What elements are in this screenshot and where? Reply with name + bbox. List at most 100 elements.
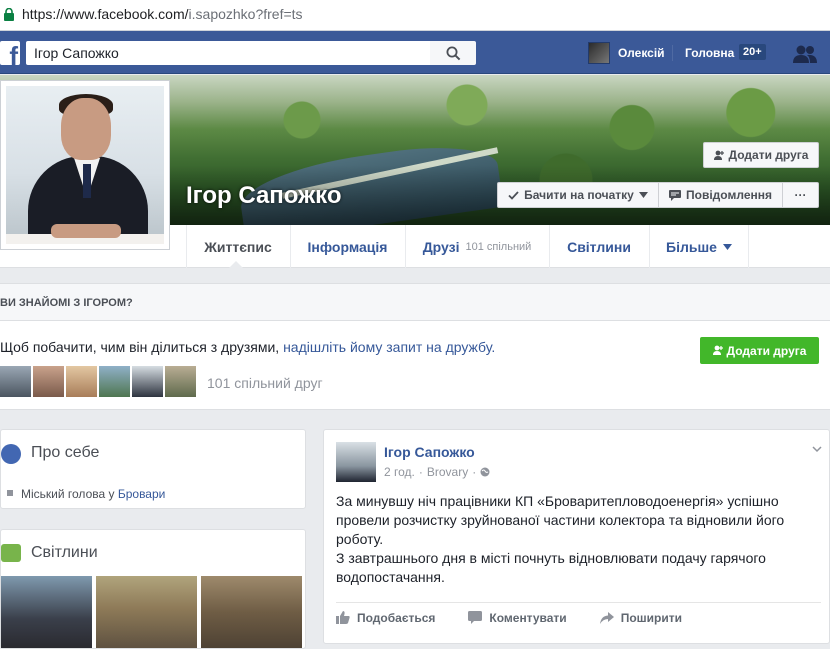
see-first-button[interactable]: Бачити на початку [497, 182, 659, 208]
do-you-know-message: Щоб побачити, чим він ділиться з друзями… [0, 339, 280, 355]
mutual-friends-thumbnails [0, 366, 196, 397]
photo-face [61, 98, 111, 160]
intro-card: Про себе Міський голова у Бровари [0, 429, 306, 509]
post-actions: Подобається Коментувати Поширити [336, 602, 821, 632]
add-friend-label: Додати друга [726, 343, 807, 358]
mutual-friend-thumb[interactable] [33, 366, 64, 397]
mutual-friend-thumb[interactable] [0, 366, 31, 397]
tab-about-label: Інформація [307, 238, 388, 255]
post-paragraph: З завтрашнього дня в місті почнуть відно… [336, 550, 766, 585]
message-button[interactable]: Повідомлення [659, 182, 783, 208]
do-you-know-text: Щоб побачити, чим він ділиться з друзями… [0, 339, 495, 355]
tab-photos[interactable]: Світлини [549, 225, 648, 268]
tab-more[interactable]: Більше [649, 225, 749, 268]
like-button[interactable]: Подобається [336, 611, 435, 625]
facebook-logo[interactable]: f [0, 41, 20, 65]
do-you-know-title: ВИ ЗНАЙОМІ З ІГОРОМ? [0, 284, 830, 321]
browser-url-bar[interactable]: https://www.facebook.com/i.sapozhko?fref… [0, 0, 830, 31]
photos-icon [1, 544, 21, 562]
friend-requests-icon[interactable] [792, 44, 818, 64]
add-friend-label: Додати друга [728, 148, 809, 162]
like-label: Подобається [357, 610, 436, 625]
post-meta-separator: · [418, 465, 423, 479]
mutual-friend-thumb[interactable] [66, 366, 97, 397]
checkmark-icon [508, 190, 519, 200]
caret-down-icon [722, 243, 732, 250]
photos-card: Світлини [0, 529, 306, 649]
add-friend-button-cover[interactable]: Додати друга [703, 142, 819, 168]
globe-icon [1, 444, 21, 464]
user-avatar [588, 42, 610, 64]
see-first-label: Бачити на початку [524, 188, 634, 202]
nav-divider [672, 45, 673, 61]
tab-friends-label: Друзі [422, 238, 460, 255]
comment-icon [468, 611, 483, 624]
user-name: Олексій [618, 46, 665, 60]
mutual-friend-thumb[interactable] [99, 366, 130, 397]
search-icon [446, 46, 460, 60]
tab-about[interactable]: Інформація [290, 225, 404, 268]
facebook-top-bar: f Ігор Сапожко Олексій Головна 20+ [0, 31, 830, 74]
url-host: https://www.facebook.com/ [22, 6, 189, 22]
more-options-button[interactable]: ··· [783, 182, 819, 208]
mutual-friend-thumb[interactable] [132, 366, 163, 397]
comment-button[interactable]: Коментувати [468, 610, 567, 625]
nav-home-link[interactable]: Головна [685, 46, 734, 60]
post-author-avatar[interactable] [336, 442, 376, 482]
profile-name[interactable]: Ігор Сапожко [186, 182, 342, 210]
share-label: Поширити [620, 610, 682, 625]
facebook-f-icon: f [9, 41, 18, 65]
add-friend-icon [713, 150, 724, 160]
search-button[interactable] [430, 41, 476, 65]
post-meta: 2 год. · Brovary · [384, 465, 490, 479]
photo-tie [83, 164, 91, 198]
thumbs-up-icon [336, 611, 350, 624]
add-friend-button[interactable]: Додати друга [700, 337, 819, 364]
photo-thumbnail[interactable] [1, 576, 92, 648]
tab-more-label: Більше [666, 238, 717, 255]
profile-picture[interactable] [0, 80, 170, 250]
mutual-friend-thumb[interactable] [165, 366, 196, 397]
public-globe-icon[interactable] [480, 467, 490, 477]
intro-work-text: Міський голова у [21, 487, 115, 501]
url-text[interactable]: https://www.facebook.com/i.sapozhko?fref… [22, 6, 303, 22]
more-dots-icon: ··· [794, 188, 807, 202]
comment-label: Коментувати [489, 610, 567, 625]
active-tab-indicator [229, 261, 243, 268]
message-label: Повідомлення [686, 188, 772, 202]
post-author-name[interactable]: Ігор Сапожко [384, 444, 475, 460]
photo-hands [51, 224, 121, 238]
profile-picture-image [6, 86, 164, 244]
share-icon [599, 611, 614, 624]
url-path: i.sapozhko?fref=ts [188, 6, 303, 22]
tab-friends-count: 101 спільний [465, 240, 532, 253]
tab-timeline-label: Життєпис [204, 238, 272, 255]
lock-icon [4, 8, 14, 21]
search-input[interactable]: Ігор Сапожко [26, 41, 430, 65]
nav-user-link[interactable]: Олексій [588, 42, 665, 64]
tab-photos-label: Світлини [567, 238, 631, 255]
photo-thumbnail[interactable] [96, 576, 197, 648]
home-notification-badge: 20+ [739, 44, 766, 60]
post-paragraph: За минувшу ніч працівники КП «Броваритеп… [336, 493, 785, 547]
send-friend-request-link[interactable]: надішліть йому запит на дружбу. [283, 339, 495, 355]
caret-down-icon [638, 192, 648, 198]
share-button[interactable]: Поширити [599, 610, 682, 625]
add-friend-icon [712, 345, 723, 355]
timeline-post: Ігор Сапожко 2 год. · Brovary · За минув… [323, 429, 830, 644]
photo-thumbnail[interactable] [201, 576, 302, 648]
message-icon [669, 189, 682, 201]
tab-friends[interactable]: Друзі 101 спільний [405, 225, 548, 268]
work-icon [7, 490, 13, 496]
post-time[interactable]: 2 год. [384, 465, 415, 479]
post-text: За минувшу ніч працівники КП «Броваритеп… [336, 492, 806, 587]
intro-work-line: Міський голова у Бровари [21, 487, 165, 501]
photos-title[interactable]: Світлини [31, 544, 98, 562]
post-meta-separator: · [472, 465, 477, 479]
mutual-friends-count[interactable]: 101 спільний друг [207, 375, 323, 391]
do-you-know-panel: ВИ ЗНАЙОМІ З ІГОРОМ? Щоб побачити, чим в… [0, 283, 830, 410]
post-options-chevron-icon[interactable] [812, 444, 822, 454]
city-link[interactable]: Бровари [118, 487, 166, 501]
post-location[interactable]: Brovary [427, 465, 468, 479]
intro-title: Про себе [31, 444, 100, 461]
